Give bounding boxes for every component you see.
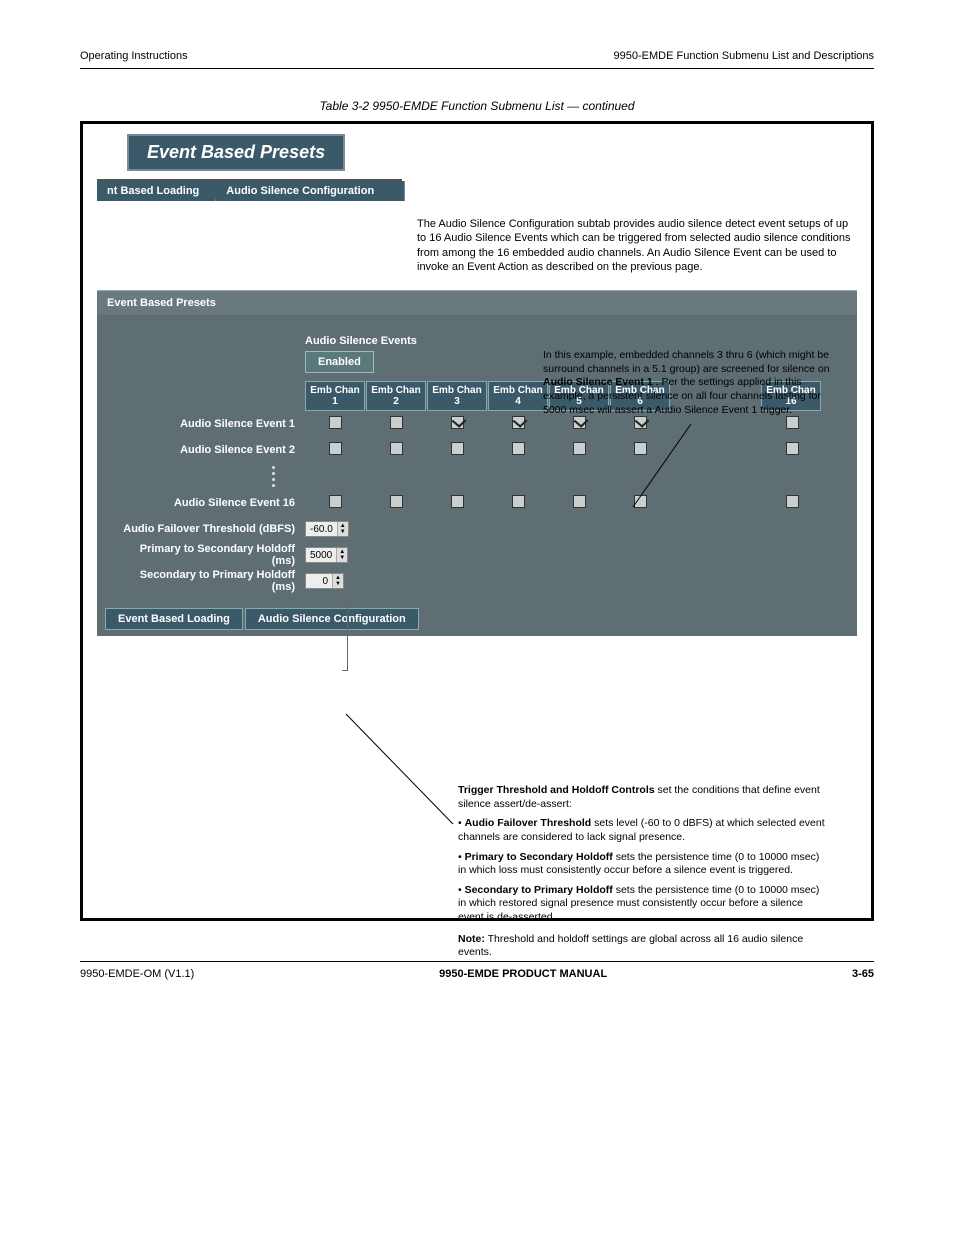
param-row-threshold: Audio Failover Threshold (dBFS) -60.0 ▲▼	[115, 516, 839, 542]
page-header: Operating Instructions 9950-EMDE Functio…	[80, 50, 874, 62]
p1-label: Audio Failover Threshold (dBFS)	[115, 523, 305, 535]
context-text: The Audio Silence Configuration subtab p…	[417, 217, 857, 274]
chk-r1-c2[interactable]	[390, 416, 403, 429]
spinner-arrows-icon[interactable]: ▲▼	[337, 522, 348, 536]
c1bold: Audio Silence Event 1	[543, 376, 653, 388]
c2b1a: Audio Failover Threshold	[465, 817, 592, 829]
holdoff2-spinner[interactable]: 0 ▲▼	[305, 573, 344, 589]
bottom-rule	[80, 961, 874, 962]
callout-example: In this example, embedded channels 3 thr…	[543, 349, 833, 417]
p3-val: 0	[306, 576, 332, 587]
tab-event-based-loading[interactable]: nt Based Loading	[97, 181, 216, 201]
callout-threshold: Trigger Threshold and Holdoff Controls s…	[458, 784, 828, 960]
c2-title: Trigger Threshold and Holdoff Controls	[458, 784, 655, 796]
col-head-1: Emb Chan 1	[305, 381, 365, 411]
footer-center: 9950-EMDE PRODUCT MANUAL	[439, 968, 607, 980]
param-row-sec-pri: Secondary to Primary Holdoff (ms) 0 ▲▼	[115, 568, 839, 594]
chk-r16-c5[interactable]	[573, 495, 586, 508]
panel: Event Based Presets Audio Silence Events…	[97, 290, 857, 636]
p2-val: 5000	[306, 550, 336, 561]
footer-left: 9950-EMDE-OM (V1.1)	[80, 968, 194, 980]
chk-r2-c3[interactable]	[451, 442, 464, 455]
spinner-arrows-icon[interactable]: ▲▼	[332, 574, 343, 588]
event-row-2: Audio Silence Event 2	[115, 437, 839, 463]
chk-r1-c1[interactable]	[329, 416, 342, 429]
chk-r2-c2[interactable]	[390, 442, 403, 455]
chk-r2-c16[interactable]	[786, 442, 799, 455]
col-head-4: Emb Chan 4	[488, 381, 548, 411]
row16-label: Audio Silence Event 16	[115, 497, 305, 509]
vdots-row	[115, 463, 839, 490]
chk-r1-c4[interactable]	[512, 416, 525, 429]
chk-r2-c4[interactable]	[512, 442, 525, 455]
holdoff1-spinner[interactable]: 5000 ▲▼	[305, 547, 348, 563]
header-left: Operating Instructions	[80, 50, 188, 62]
vdots	[115, 463, 305, 490]
chk-r2-c1[interactable]	[329, 442, 342, 455]
chk-r1-c16[interactable]	[786, 416, 799, 429]
chk-r1-c5[interactable]	[573, 416, 586, 429]
c1a: In this example, embedded channels 3 thr…	[543, 349, 830, 375]
chk-r16-c6[interactable]	[634, 495, 647, 508]
figure-box: Event Based Presets nt Based Loading Aud…	[80, 121, 874, 921]
chk-r16-c1[interactable]	[329, 495, 342, 508]
chk-r16-c3[interactable]	[451, 495, 464, 508]
p1-val: -60.0	[306, 524, 337, 535]
spinner-arrows-icon[interactable]: ▲▼	[336, 548, 347, 562]
c2b3a: Secondary to Primary Holdoff	[465, 884, 613, 896]
p2-label: Primary to Secondary Holdoff (ms)	[115, 543, 305, 567]
threshold-spinner[interactable]: -60.0 ▲▼	[305, 521, 349, 537]
chk-r2-c5[interactable]	[573, 442, 586, 455]
chk-r2-c6[interactable]	[634, 442, 647, 455]
tab-audio-silence-config-bot[interactable]: Audio Silence Configuration	[245, 608, 419, 630]
header-right: 9950-EMDE Function Submenu List and Desc…	[614, 50, 874, 62]
badge-wrap: Event Based Presets	[97, 134, 402, 181]
tab-event-based-loading-bot[interactable]: Event Based Loading	[105, 608, 243, 630]
row2-label: Audio Silence Event 2	[115, 444, 305, 456]
col-head-2: Emb Chan 2	[366, 381, 426, 411]
chk-r1-c6[interactable]	[634, 416, 647, 429]
presets-badge: Event Based Presets	[127, 134, 345, 171]
footer-right: 3-65	[852, 968, 874, 980]
enabled-button[interactable]: Enabled	[305, 351, 374, 373]
row1-label: Audio Silence Event 1	[115, 418, 305, 430]
table-caption: Table 3-2 9950-EMDE Function Submenu Lis…	[80, 99, 874, 113]
page-footer: 9950-EMDE-OM (V1.1) 9950-EMDE PRODUCT MA…	[80, 968, 874, 980]
chk-r1-c3[interactable]	[451, 416, 464, 429]
p3-label: Secondary to Primary Holdoff (ms)	[115, 569, 305, 593]
col-head-3: Emb Chan 3	[427, 381, 487, 411]
top-rule	[80, 68, 874, 69]
chk-r16-c16[interactable]	[786, 495, 799, 508]
top-subtabs: nt Based Loading Audio Silence Configura…	[97, 181, 405, 201]
event-row-16: Audio Silence Event 16	[115, 490, 839, 516]
param-row-pri-sec: Primary to Secondary Holdoff (ms) 5000 ▲…	[115, 542, 839, 568]
chk-r16-c4[interactable]	[512, 495, 525, 508]
note-label: Note:	[458, 933, 485, 945]
tab-audio-silence-config[interactable]: Audio Silence Configuration	[216, 181, 405, 201]
c2-note: Threshold and holdoff settings are globa…	[458, 933, 803, 959]
chk-r16-c2[interactable]	[390, 495, 403, 508]
panel-title: Event Based Presets	[97, 291, 857, 315]
bracket-icon	[342, 599, 348, 671]
section-title: Audio Silence Events	[305, 335, 839, 347]
c2b2a: Primary to Secondary Holdoff	[465, 851, 613, 863]
bottom-subtabs: Event Based Loading Audio Silence Config…	[97, 604, 857, 636]
